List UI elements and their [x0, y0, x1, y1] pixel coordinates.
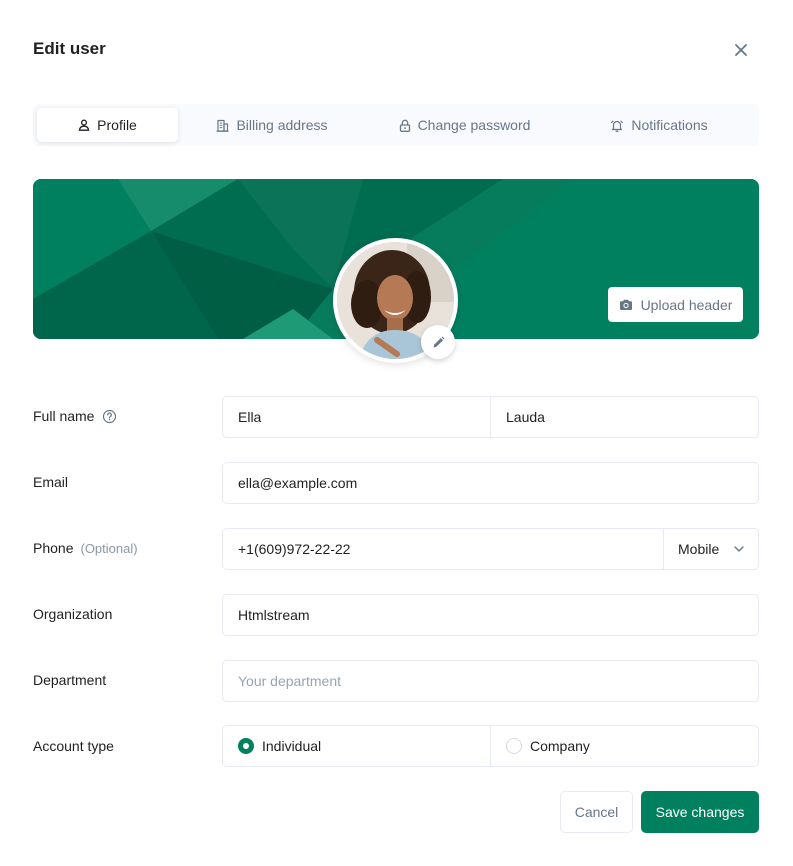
edit-user-modal: Edit user Profile Billing address Change…	[0, 0, 793, 866]
person-icon	[78, 119, 90, 131]
email-label: Email	[33, 474, 69, 490]
tab-label: Change password	[417, 117, 531, 133]
tab-profile[interactable]: Profile	[37, 108, 178, 142]
department-input[interactable]	[238, 673, 743, 689]
organization-label-group: Organization	[33, 606, 112, 622]
last-name-input[interactable]	[506, 409, 743, 425]
first-name-input[interactable]	[238, 409, 475, 425]
chevron-down-icon	[734, 546, 744, 552]
individual-label: Individual	[262, 738, 322, 754]
building-icon	[216, 119, 229, 132]
phone-label-group: Phone (Optional)	[33, 540, 138, 556]
email-input[interactable]	[238, 475, 743, 491]
upload-header-label: Upload header	[640, 296, 733, 313]
cancel-button[interactable]: Cancel	[560, 791, 633, 833]
edit-avatar-button[interactable]	[421, 325, 455, 359]
save-changes-button[interactable]: Save changes	[641, 791, 759, 833]
individual-radio[interactable]	[238, 738, 254, 754]
company-label: Company	[530, 738, 590, 754]
account-type-company-option[interactable]: Company	[490, 725, 759, 767]
organization-label: Organization	[33, 606, 113, 622]
full-name-label-group: Full name	[33, 408, 117, 424]
phone-type-select[interactable]: Mobile	[663, 528, 759, 570]
camera-icon	[619, 299, 632, 310]
account-type-individual-option[interactable]: Individual	[222, 725, 491, 767]
close-button[interactable]	[730, 39, 752, 61]
first-name-field[interactable]	[222, 396, 491, 438]
upload-header-button[interactable]: Upload header	[608, 287, 743, 322]
phone-input[interactable]	[238, 541, 648, 557]
organization-input[interactable]	[238, 607, 743, 623]
department-label-group: Department	[33, 672, 106, 688]
tab-label: Billing address	[236, 117, 328, 133]
email-field[interactable]	[222, 462, 759, 504]
organization-field[interactable]	[222, 594, 759, 636]
department-label: Department	[33, 672, 107, 688]
modal-title: Edit user	[33, 39, 106, 58]
tab-label: Notifications	[631, 117, 708, 133]
account-type-label-group: Account type	[33, 738, 114, 754]
tab-notifications[interactable]: Notifications	[563, 108, 755, 142]
optional-hint: (Optional)	[80, 540, 138, 556]
full-name-label: Full name	[33, 408, 95, 424]
tab-change-password[interactable]: Change password	[366, 108, 563, 142]
tab-label: Profile	[97, 117, 137, 133]
pencil-icon	[433, 336, 444, 347]
company-radio[interactable]	[506, 738, 522, 754]
department-field[interactable]	[222, 660, 759, 702]
phone-label: Phone	[33, 540, 74, 556]
last-name-field[interactable]	[490, 396, 759, 438]
help-icon[interactable]	[102, 409, 117, 424]
phone-field[interactable]	[222, 528, 664, 570]
lock-icon	[399, 119, 410, 132]
close-icon	[735, 44, 747, 56]
tab-bar: Profile Billing address Change password	[33, 104, 759, 146]
email-label-group: Email	[33, 474, 68, 490]
account-type-label: Account type	[33, 738, 114, 754]
tab-billing-address[interactable]: Billing address	[178, 108, 366, 142]
phone-type-value: Mobile	[678, 541, 720, 557]
bell-icon	[611, 120, 624, 132]
